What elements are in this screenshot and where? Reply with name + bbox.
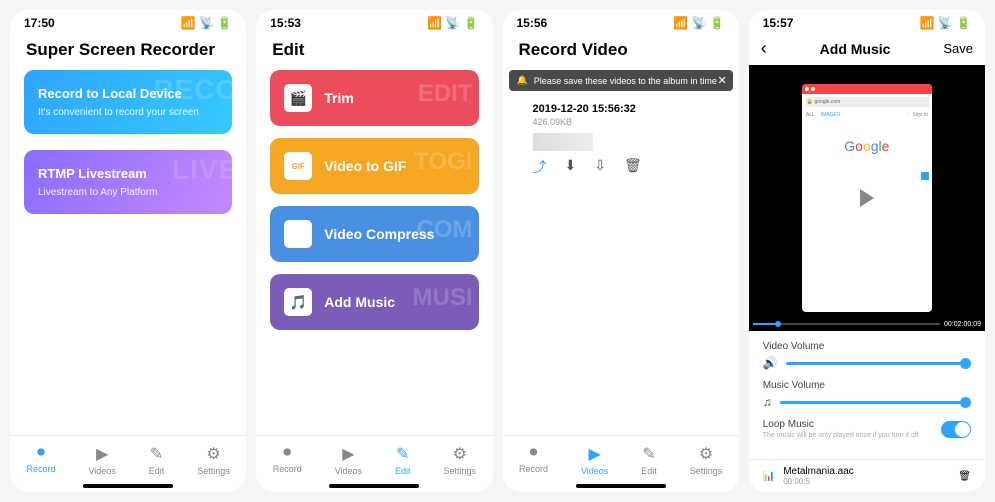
videos-icon: ▶	[342, 444, 354, 464]
status-icons: 📶 📡 🔋	[181, 16, 233, 30]
loop-hint: The music will be only played once if yo…	[763, 432, 919, 439]
trash-icon[interactable]: 🗑	[624, 157, 642, 177]
url-bar: 🔒 google.com	[805, 97, 929, 107]
gif-card[interactable]: GIFVideo to GIFTOGI	[270, 138, 478, 194]
tab-bar: ⏺Record ▶Videos ✎Edit ⚙Settings	[256, 435, 492, 482]
tab-bar: ⏺Record ▶Videos ✎Edit ⚙Settings	[10, 435, 246, 482]
status-bar: 15:57 📶 📡 🔋	[749, 10, 985, 32]
edit-icon: ✎	[150, 444, 163, 464]
screen-edit: 15:53 📶 📡 🔋 Edit 🎬TrimEDIT GIFVideo to GI…	[256, 10, 492, 492]
screen-add-music: 15:57 📶 📡 🔋 ‹ Add Music Save 🔒 google.com A…	[749, 10, 985, 492]
equalizer-icon: 📊	[763, 471, 775, 482]
header: ‹ Add Music Save	[749, 32, 985, 65]
gif-icon: GIF	[284, 152, 312, 180]
tab-videos[interactable]: ▶Videos	[88, 444, 115, 476]
tab-record[interactable]: ⏺Record	[519, 444, 548, 476]
save-button[interactable]: Save	[943, 41, 973, 56]
bell-icon: 🔔	[517, 75, 528, 86]
loop-toggle[interactable]	[941, 421, 971, 438]
gear-icon: ⚙	[206, 444, 220, 464]
video-size: 426.09KB	[533, 117, 709, 127]
music-volume-label: Music Volume	[763, 380, 971, 391]
screen-record-home: 17:50 📶 📡 🔋 Super Screen Recorder RECORec…	[10, 10, 246, 492]
page-title: Add Music	[820, 41, 891, 57]
record-icon: ⏺	[529, 444, 537, 462]
video-volume-slider[interactable]: 🔊	[763, 356, 971, 370]
video-preview[interactable]: 🔒 google.com ALLIMAGES⋮ Sign in Google 0…	[749, 65, 985, 331]
edit-icon: ✎	[396, 444, 409, 464]
music-icon: 🎵	[284, 288, 312, 316]
tab-edit[interactable]: ✎Edit	[149, 444, 165, 476]
tab-settings[interactable]: ⚙Settings	[690, 444, 723, 476]
back-button[interactable]: ‹	[761, 38, 767, 59]
compress-icon: 🗜	[284, 220, 312, 248]
record-icon: ⏺	[283, 444, 291, 462]
download-icon[interactable]: ⇩	[594, 157, 606, 177]
progress-bar[interactable]: 00:02:00:09	[749, 317, 985, 331]
music-card[interactable]: 🎵Add MusicMUSI	[270, 274, 478, 330]
edit-icon: ✎	[642, 444, 655, 464]
tab-edit[interactable]: ✎Edit	[395, 444, 411, 476]
status-bar: 15:53 📶 📡 🔋	[256, 10, 492, 32]
status-time: 15:57	[763, 16, 794, 30]
videos-icon: ▶	[588, 444, 600, 464]
video-item[interactable]: 2019-12-20 15:56:32 426.09KB ⤴ ⬇ ⇩ 🗑	[517, 99, 725, 181]
status-icons: 📶 📡 🔋	[427, 16, 479, 30]
tab-record[interactable]: ⏺Record	[273, 444, 302, 476]
save-banner: 🔔Please save these videos to the album i…	[509, 70, 733, 91]
share-icon[interactable]: ⤴	[533, 157, 547, 177]
page-title: Edit	[256, 32, 492, 70]
status-bar: 17:50 📶 📡 🔋	[10, 10, 246, 32]
play-icon[interactable]	[860, 189, 874, 207]
home-indicator	[329, 484, 419, 488]
tab-videos[interactable]: ▶Videos	[581, 444, 608, 476]
music-volume-slider[interactable]: ♫	[763, 395, 971, 409]
video-actions: ⤴ ⬇ ⇩ 🗑	[533, 157, 709, 177]
google-logo: Google	[802, 138, 932, 154]
trim-icon: 🎬	[284, 84, 312, 112]
trim-card[interactable]: 🎬TrimEDIT	[270, 70, 478, 126]
track-time: 00:00:5	[783, 477, 950, 486]
videos-icon: ▶	[96, 444, 108, 464]
tab-settings[interactable]: ⚙Settings	[197, 444, 230, 476]
gear-icon: ⚙	[699, 444, 713, 464]
audio-track-row[interactable]: 📊 Metalmania.aac00:00:5 🗑	[749, 459, 985, 492]
save-icon[interactable]: ⬇	[565, 157, 577, 177]
tab-bar: ⏺Record ▶Videos ✎Edit ⚙Settings	[503, 435, 739, 482]
status-time: 17:50	[24, 16, 55, 30]
close-icon[interactable]: ✕	[718, 74, 727, 87]
page-title: Super Screen Recorder	[10, 32, 246, 70]
note-icon: ♫	[763, 395, 772, 409]
status-icons: 📶 📡 🔋	[920, 16, 972, 30]
tab-record[interactable]: ⏺Record	[26, 444, 55, 476]
video-timestamp: 2019-12-20 15:56:32	[533, 103, 709, 115]
record-local-card[interactable]: RECORecord to Local DeviceIt's convenien…	[24, 70, 232, 134]
status-bar: 15:56 📶 📡 🔋	[503, 10, 739, 32]
speaker-icon: 🔊	[763, 356, 778, 370]
compress-card[interactable]: 🗜Video CompressCOM	[270, 206, 478, 262]
screen-videos: 15:56 📶 📡 🔋 Record Video 🔔Please save the…	[503, 10, 739, 492]
gear-icon: ⚙	[453, 444, 467, 464]
tab-videos[interactable]: ▶Videos	[335, 444, 362, 476]
home-indicator	[576, 484, 666, 488]
status-time: 15:53	[270, 16, 301, 30]
status-time: 15:56	[517, 16, 548, 30]
home-indicator	[83, 484, 173, 488]
rtmp-livestream-card[interactable]: LIVERTMP LivestreamLivestream to Any Pla…	[24, 150, 232, 214]
video-volume-label: Video Volume	[763, 341, 971, 352]
loop-label: Loop Music	[763, 419, 919, 430]
search-icon	[921, 172, 929, 180]
tab-edit[interactable]: ✎Edit	[641, 444, 657, 476]
track-name: Metalmania.aac	[783, 466, 950, 477]
tab-settings[interactable]: ⚙Settings	[443, 444, 476, 476]
record-icon: ⏺	[37, 444, 45, 462]
video-thumbnail	[533, 133, 593, 151]
trash-icon[interactable]: 🗑	[958, 471, 971, 482]
status-icons: 📶 📡 🔋	[673, 16, 725, 30]
page-title: Record Video	[503, 32, 739, 70]
